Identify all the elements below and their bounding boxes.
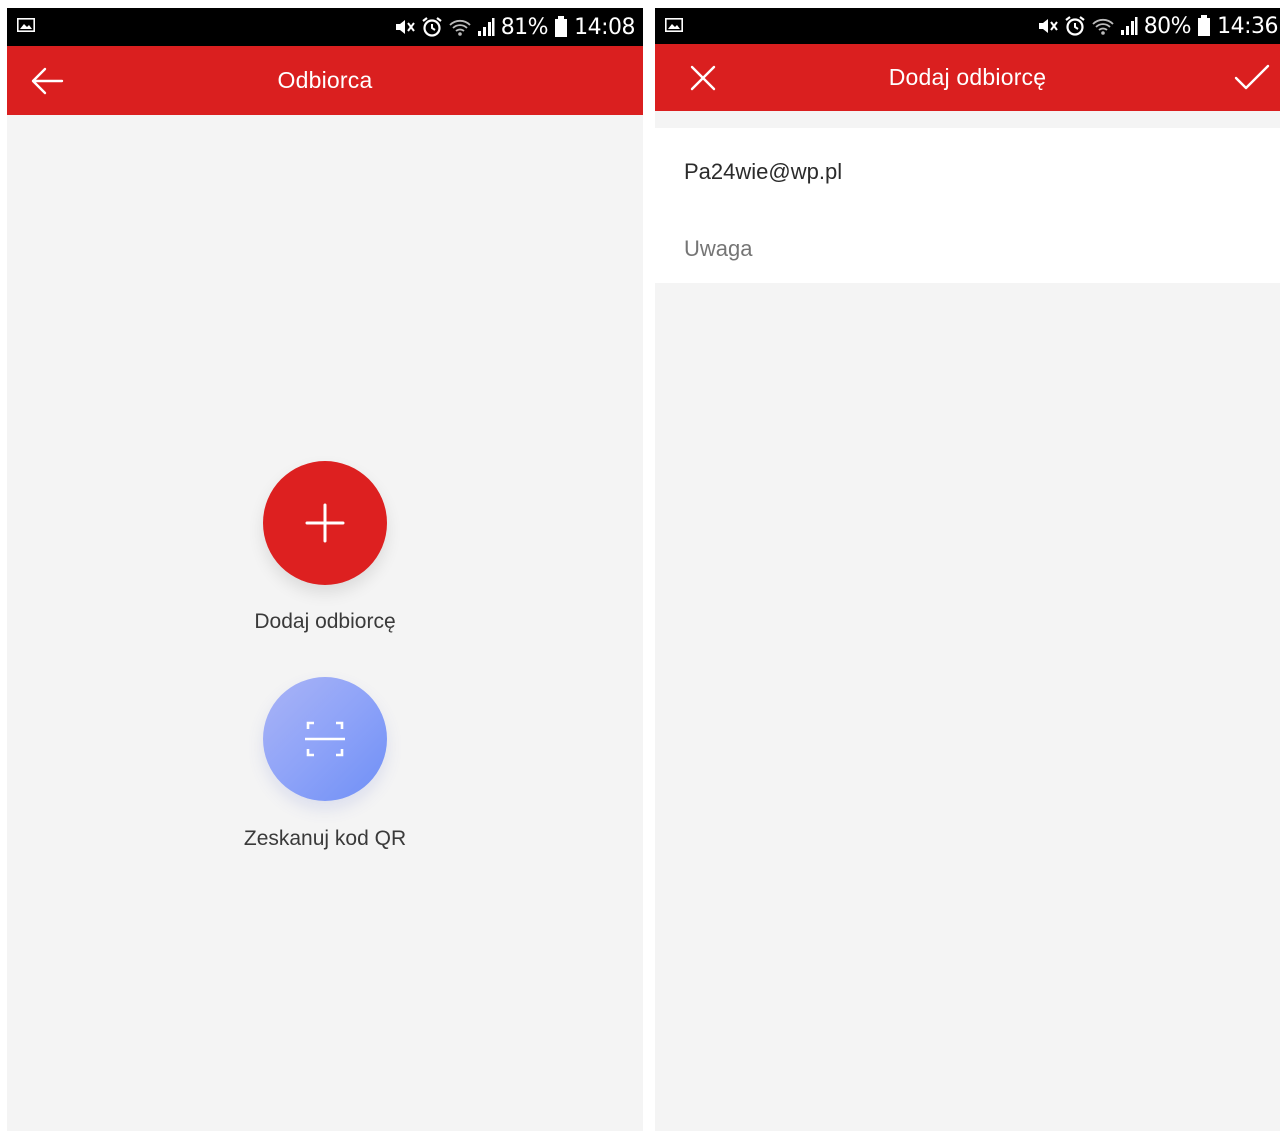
app-bar: Dodaj odbiorcę (655, 44, 1280, 111)
alarm-icon (422, 17, 442, 37)
battery-icon (555, 16, 568, 37)
alarm-icon (1065, 16, 1085, 36)
confirm-button[interactable] (1220, 44, 1280, 111)
check-icon (1234, 64, 1270, 89)
signal-icon (1120, 17, 1138, 35)
clock: 14:36 (1217, 13, 1278, 39)
status-bar: 80% 14:36 (655, 8, 1280, 44)
signal-icon (477, 18, 495, 36)
mute-icon (395, 20, 415, 34)
image-icon (665, 18, 683, 32)
note-field[interactable] (684, 231, 1260, 267)
recipient-form (655, 128, 1280, 283)
add-recipient-label: Dodaj odbiorcę (254, 610, 396, 633)
app-bar: Odbiorca (7, 46, 643, 115)
recipient-screen: 81% 14:08 Odbiorca Dodaj odbiorcę Zeskan… (7, 8, 643, 1131)
wifi-icon (449, 19, 471, 36)
battery-percent: 80% (1143, 13, 1192, 39)
mute-icon (1038, 19, 1058, 33)
plus-icon (305, 503, 345, 543)
image-icon (17, 18, 35, 32)
qr-scan-icon (305, 721, 345, 757)
battery-percent: 81% (500, 14, 549, 40)
add-recipient-button[interactable] (263, 461, 387, 585)
clock: 14:08 (574, 14, 635, 40)
email-field[interactable] (684, 154, 1260, 190)
page-title: Dodaj odbiorcę (888, 64, 1047, 90)
page-title: Odbiorca (277, 67, 373, 93)
scan-qr-label: Zeskanuj kod QR (243, 827, 407, 850)
wifi-icon (1092, 18, 1114, 35)
scan-qr-button[interactable] (263, 677, 387, 801)
add-recipient-screen: 80% 14:36 Dodaj odbiorcę (655, 8, 1280, 1131)
status-bar: 81% 14:08 (7, 8, 643, 46)
battery-icon (1198, 15, 1211, 36)
